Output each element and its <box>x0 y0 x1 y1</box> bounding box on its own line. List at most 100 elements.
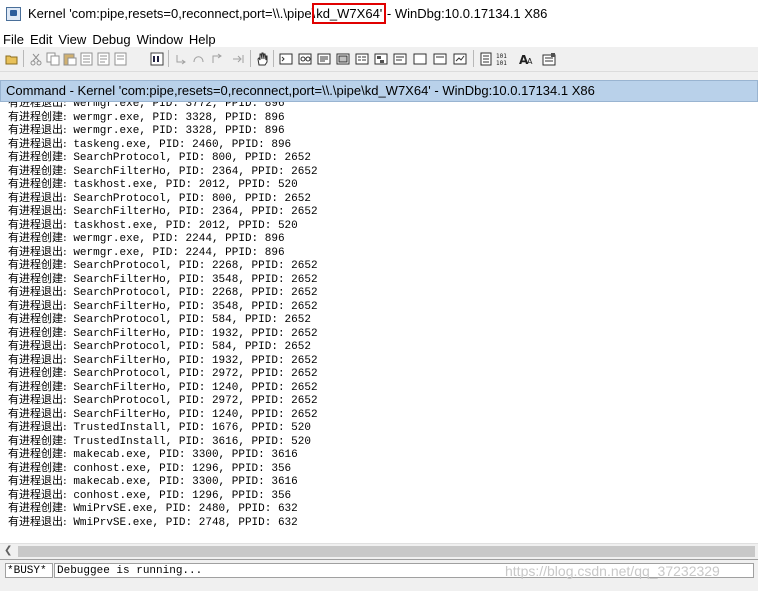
disassembly-icon[interactable] <box>393 51 407 65</box>
break-icon[interactable] <box>150 51 164 66</box>
scratch-pad-icon[interactable] <box>413 51 427 65</box>
output-line: 有进程退出: wermgr.exe, PID: 3772, PPID: 896 <box>8 102 285 110</box>
command-output[interactable]: 有进程退出: wermgr.exe, PID: 3772, PPID: 896 有… <box>0 102 758 543</box>
locals-icon[interactable] <box>317 51 331 65</box>
event-details: taskhost.exe, PID: 2012, PPID: 520 <box>66 179 298 191</box>
scroll-left-icon[interactable]: ❮ <box>4 545 12 556</box>
output-line: 有进程退出: SearchFilterHo, PID: 1932, PPID: … <box>8 353 318 367</box>
registers-icon[interactable] <box>336 51 350 65</box>
event-details: SearchFilterHo, PID: 1240, PPID: 2652 <box>66 381 318 394</box>
restart-icon[interactable] <box>97 51 111 66</box>
toolbar-gap <box>0 72 758 80</box>
output-line: 有进程退出: SearchProtocol, PID: 800, PPID: 2… <box>8 191 311 205</box>
scrollbar-thumb[interactable] <box>18 546 755 557</box>
cut-icon[interactable] <box>29 51 43 66</box>
event-label: 有进程创建: <box>8 447 67 460</box>
open-icon[interactable] <box>5 51 19 65</box>
event-details: TrustedInstall, PID: 3616, PPID: 520 <box>66 435 311 448</box>
font-icon[interactable]: AA <box>519 51 533 67</box>
copy-icon[interactable] <box>46 51 60 66</box>
command-window-title: Command - Kernel 'com:pipe,resets=0,reco… <box>6 83 595 98</box>
event-label: 有进程创建: <box>8 501 67 514</box>
output-line: 有进程创建: conhost.exe, PID: 1296, PPID: 356 <box>8 461 291 475</box>
title-suffix: - WinDbg:10.0.17134.1 X86 <box>383 6 548 21</box>
hex-mode-icon[interactable] <box>479 51 493 66</box>
event-label: 有进程退出: <box>8 474 67 487</box>
event-details: SearchFilterHo, PID: 2364, PPID: 2652 <box>66 206 318 218</box>
event-label: 有进程退出: <box>8 393 67 406</box>
window-title-bar: Kernel 'com:pipe,resets=0,reconnect,port… <box>0 0 758 30</box>
event-label: 有进程创建: <box>8 271 67 285</box>
window-title: Kernel 'com:pipe,resets=0,reconnect,port… <box>28 3 548 24</box>
output-line: 有进程退出: taskhost.exe, PID: 2012, PPID: 52… <box>8 218 298 232</box>
event-label: 有进程创建: <box>8 231 67 244</box>
title-prefix: Kernel 'com:pipe,resets=0,reconnect,port… <box>28 6 316 21</box>
event-details: taskeng.exe, PID: 2460, PPID: 896 <box>66 138 292 151</box>
event-details: wermgr.exe, PID: 3328, PPID: 896 <box>66 125 285 137</box>
source-mode-icon[interactable] <box>453 51 467 65</box>
event-label: 有进程退出: <box>8 190 67 204</box>
run-to-cursor-icon[interactable] <box>231 51 245 65</box>
command-window-title-bar[interactable]: Command - Kernel 'com:pipe,resets=0,reco… <box>0 80 758 102</box>
output-line: 有进程退出: SearchProtocol, PID: 2268, PPID: … <box>8 285 318 299</box>
event-label: 有进程退出: <box>8 420 67 433</box>
event-label: 有进程创建: <box>8 150 67 163</box>
output-line: 有进程创建: wermgr.exe, PID: 2244, PPID: 896 <box>8 231 285 245</box>
event-details: SearchProtocol, PID: 2268, PPID: 2652 <box>66 287 318 299</box>
output-line: 有进程退出: taskeng.exe, PID: 2460, PPID: 896 <box>8 137 291 151</box>
output-line: 有进程创建: WmiPrvSE.exe, PID: 2480, PPID: 63… <box>8 501 298 515</box>
step-into-icon[interactable] <box>174 51 188 65</box>
event-details: wermgr.exe, PID: 2244, PPID: 896 <box>66 233 285 245</box>
hand-icon[interactable] <box>255 51 269 66</box>
windbg-app-icon[interactable] <box>6 7 21 21</box>
event-details: makecab.exe, PID: 3300, PPID: 3616 <box>66 476 298 488</box>
event-details: WmiPrvSE.exe, PID: 2480, PPID: 632 <box>66 503 298 515</box>
event-details: SearchProtocol, PID: 800, PPID: 2652 <box>66 152 311 164</box>
event-details: SearchFilterHo, PID: 1240, PPID: 2652 <box>66 408 318 421</box>
event-label: 有进程退出: <box>8 487 67 501</box>
step-out-icon[interactable] <box>210 51 224 65</box>
event-label: 有进程退出: <box>8 285 67 298</box>
watch-icon[interactable] <box>298 51 312 65</box>
output-line: 有进程创建: SearchFilterHo, PID: 2364, PPID: … <box>8 164 318 178</box>
output-line: 有进程退出: SearchFilterHo, PID: 2364, PPID: … <box>8 204 318 218</box>
toolbar-separator <box>273 50 274 67</box>
svg-text:A: A <box>527 57 533 66</box>
output-line: 有进程退出: SearchProtocol, PID: 2972, PPID: … <box>8 393 318 407</box>
event-label: 有进程退出: <box>8 217 67 231</box>
event-details: SearchFilterHo, PID: 1932, PPID: 2652 <box>66 354 318 367</box>
memory-icon[interactable] <box>355 51 369 65</box>
output-line: 有进程退出: WmiPrvSE.exe, PID: 2748, PPID: 63… <box>8 515 298 529</box>
output-line: 有进程退出: wermgr.exe, PID: 3328, PPID: 896 <box>8 123 285 137</box>
event-label: 有进程退出: <box>8 123 67 136</box>
output-line: 有进程创建: SearchFilterHo, PID: 3548, PPID: … <box>8 272 318 286</box>
event-label: 有进程创建: <box>8 177 67 190</box>
step-over-icon[interactable] <box>192 51 206 65</box>
event-details: conhost.exe, PID: 1296, PPID: 356 <box>66 462 292 475</box>
event-details: makecab.exe, PID: 3300, PPID: 3616 <box>66 449 298 461</box>
binary-icon[interactable]: 101 101 <box>496 51 510 67</box>
call-stack-icon[interactable] <box>374 51 388 65</box>
toolbar-separator <box>168 50 169 67</box>
event-details: wermgr.exe, PID: 3328, PPID: 896 <box>66 111 285 124</box>
event-details: SearchFilterHo, PID: 3548, PPID: 2652 <box>66 300 318 313</box>
event-details: SearchProtocol, PID: 2268, PPID: 2652 <box>66 260 318 272</box>
busy-indicator: *BUSY* <box>5 563 53 578</box>
title-highlight: kd_W7X64' <box>312 3 387 24</box>
command-icon[interactable] <box>279 51 293 65</box>
output-line: 有进程创建: SearchProtocol, PID: 584, PPID: 2… <box>8 312 311 326</box>
event-details: taskhost.exe, PID: 2012, PPID: 520 <box>66 219 298 232</box>
event-label: 有进程创建: <box>8 325 67 339</box>
event-label: 有进程创建: <box>8 163 67 177</box>
event-details: SearchProtocol, PID: 584, PPID: 2652 <box>66 341 311 353</box>
horizontal-scrollbar[interactable]: ❮ <box>0 543 758 559</box>
stop-debugging-icon[interactable] <box>114 51 128 66</box>
event-label: 有进程退出: <box>8 352 67 366</box>
processes-icon[interactable] <box>433 51 447 65</box>
options-icon[interactable] <box>542 51 556 66</box>
paste-icon[interactable] <box>63 51 77 66</box>
output-line: 有进程创建: SearchProtocol, PID: 800, PPID: 2… <box>8 150 311 164</box>
go-icon[interactable] <box>80 51 94 66</box>
event-label: 有进程创建: <box>8 460 67 474</box>
event-details: SearchProtocol, PID: 584, PPID: 2652 <box>66 314 311 326</box>
